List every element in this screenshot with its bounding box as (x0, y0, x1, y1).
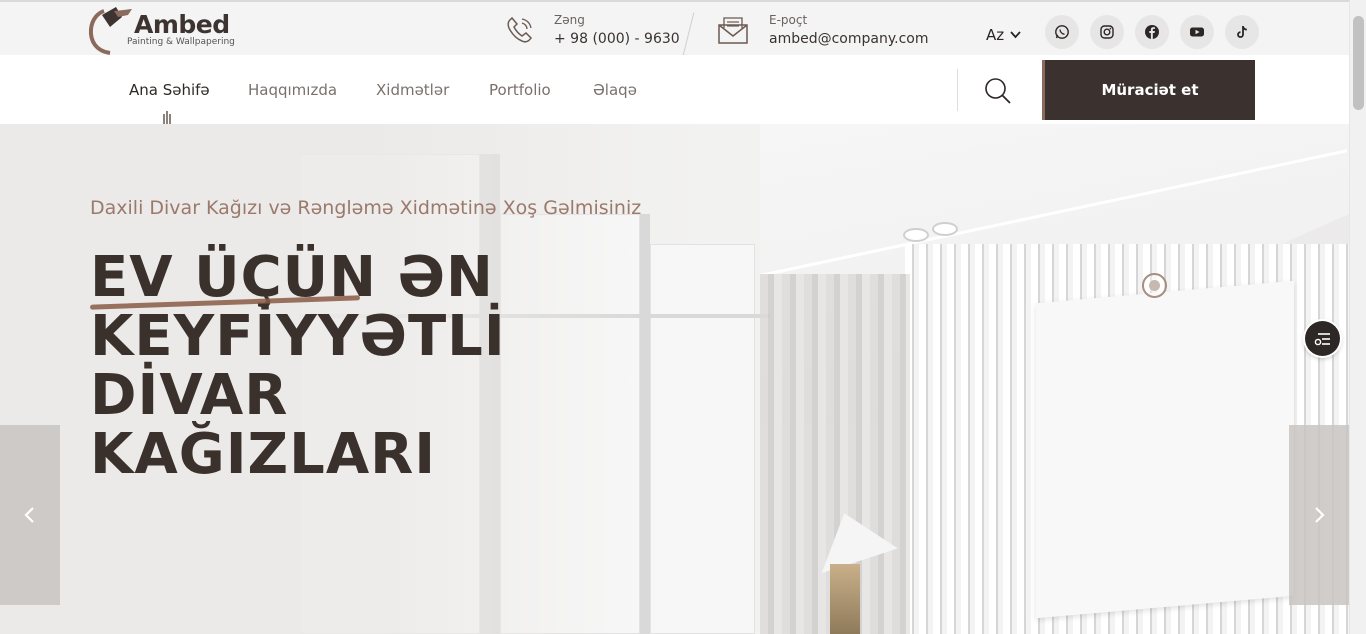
brand-name: Ambed (134, 10, 230, 39)
hero-hotspot-button[interactable] (1142, 273, 1167, 298)
page-scrollbar[interactable] (1349, 0, 1366, 634)
page: Daxili Divar Kağızı və Rəngləmə Xidmətin… (0, 0, 1366, 634)
search-icon (985, 78, 1011, 104)
settings-fab-button[interactable] (1305, 321, 1340, 356)
email-value: ambed@company.com (769, 31, 929, 47)
apply-button[interactable]: Müraciət et (1042, 60, 1255, 120)
filter-list-icon (1314, 332, 1330, 345)
email-label: E-poçt (769, 13, 808, 27)
top-bar: Ambed Painting & Wallpapering Zəng + 98 … (0, 0, 1349, 57)
envelope-icon (718, 17, 748, 44)
language-selected: Az (986, 26, 1005, 44)
phone-label: Zəng (554, 13, 585, 27)
slider-prev-button[interactable] (0, 425, 60, 605)
nav-item-portfolio[interactable]: Portfolio (489, 81, 551, 99)
chevron-down-icon (1010, 31, 1021, 39)
brand-tagline: Painting & Wallpapering (127, 37, 235, 47)
phone-value: + 98 (000) - 9630 (554, 31, 680, 47)
language-select[interactable]: Az (986, 26, 1021, 44)
chevron-left-icon (24, 507, 34, 523)
search-button[interactable] (983, 76, 1013, 106)
logo-mark-icon (88, 7, 132, 55)
nav-item-contact[interactable]: Əlaqə (593, 81, 637, 99)
nav-item-home[interactable]: Ana Səhifə (129, 81, 210, 99)
facebook-icon (1145, 25, 1159, 39)
whatsapp-icon (1055, 25, 1069, 39)
tiktok-icon (1237, 26, 1247, 38)
main-nav: Ana Səhifə Haqqımızda Xidmətlər Portfoli… (90, 55, 1255, 124)
slider-next-button[interactable] (1289, 425, 1349, 605)
hero-wall-canvas (1036, 280, 1294, 619)
brand-logo[interactable]: Ambed Painting & Wallpapering (88, 5, 238, 57)
phone-icon (507, 16, 532, 43)
hero-subtitle: Daxili Divar Kağızı və Rəngləmə Xidmətin… (90, 197, 642, 219)
chevron-right-icon (1315, 507, 1325, 523)
hero-title-highlight: EV ÜÇÜN (90, 245, 377, 310)
youtube-link[interactable] (1180, 15, 1214, 49)
tiktok-link[interactable] (1225, 15, 1259, 49)
nav-item-services[interactable]: Xidmətlər (376, 81, 449, 99)
instagram-link[interactable] (1090, 15, 1124, 49)
hero-title: EV ÜÇÜN ƏN KEYFİYYƏTLİ DİVAR KAĞIZLARI (90, 245, 506, 487)
nav-active-indicator (163, 111, 171, 124)
email-contact[interactable]: E-poçt ambed@company.com (716, 11, 929, 51)
scrollbar-thumb[interactable] (1353, 16, 1364, 110)
nav-item-about[interactable]: Haqqımızda (248, 81, 337, 99)
facebook-link[interactable] (1135, 15, 1169, 49)
youtube-icon (1190, 27, 1204, 37)
phone-contact[interactable]: Zəng + 98 (000) - 9630 (502, 11, 682, 51)
whatsapp-link[interactable] (1045, 15, 1079, 49)
instagram-icon (1100, 25, 1114, 39)
